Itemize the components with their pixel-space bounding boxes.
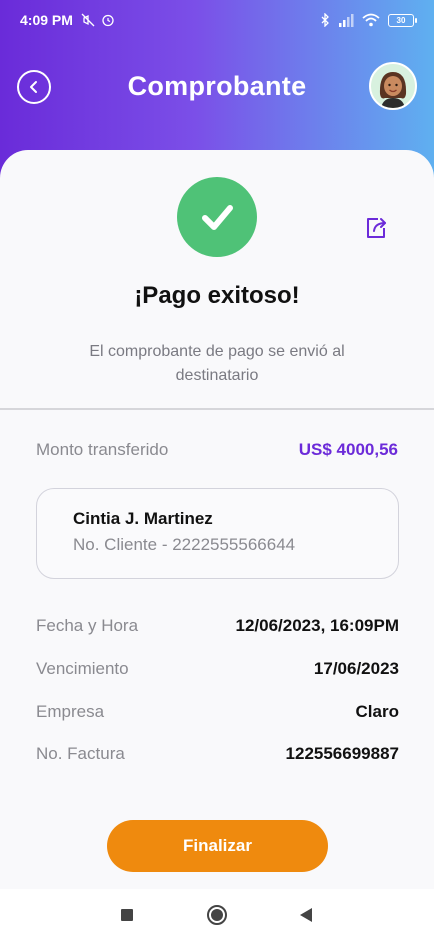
battery-icon: 30 <box>388 13 417 27</box>
back-icon <box>30 81 37 93</box>
status-time: 4:09 PM <box>20 12 73 28</box>
detail-label: Fecha y Hora <box>36 616 139 635</box>
app-bar: Comprobante <box>0 58 434 114</box>
back-button[interactable] <box>17 70 51 104</box>
success-title: ¡Pago exitoso! <box>134 282 300 309</box>
amount-value: US$ 4000,56 <box>298 440 398 459</box>
client-number: No. Cliente - 2222555566644 <box>73 535 296 554</box>
finish-button[interactable]: Finalizar <box>107 820 328 872</box>
page-title: Comprobante <box>127 70 307 101</box>
detail-row-date: Fecha y Hora 12/06/2023, 16:09PM <box>36 616 399 636</box>
avatar[interactable] <box>369 62 417 110</box>
detail-value: 17/06/2023 <box>313 659 399 678</box>
detail-row-invoice: No. Factura 122556699887 <box>36 744 399 764</box>
status-right: 30 <box>320 13 417 27</box>
success-badge <box>177 177 257 257</box>
check-icon <box>202 205 233 230</box>
status-bar: 4:09 PM 30 <box>0 0 434 40</box>
detail-label: No. Factura <box>36 744 125 763</box>
detail-row-company: Empresa Claro <box>36 702 399 722</box>
home-icon[interactable] <box>207 905 227 925</box>
receipt-card: ¡Pago exitoso! El comprobante de pago se… <box>0 150 434 890</box>
bluetooth-icon <box>321 13 329 27</box>
nav-back-icon[interactable] <box>300 908 312 922</box>
share-icon <box>367 218 386 238</box>
success-subtitle: El comprobante de pago se envió al desti… <box>89 343 345 384</box>
status-left-icons <box>81 13 115 27</box>
client-name: Cintia J. Martinez <box>73 509 213 528</box>
signal-icon <box>339 13 354 27</box>
detail-label: Empresa <box>36 702 105 721</box>
system-nav-bar <box>0 889 434 941</box>
alarm-icon <box>102 14 114 27</box>
client-card: Cintia J. Martinez No. Cliente - 2222555… <box>36 488 399 579</box>
wifi-icon <box>362 13 380 27</box>
divider <box>0 408 434 410</box>
detail-label: Vencimiento <box>36 659 129 678</box>
detail-row-due-date: Vencimiento 17/06/2023 <box>36 659 399 679</box>
detail-value: 122556699887 <box>285 744 399 763</box>
recent-apps-icon[interactable] <box>121 909 133 921</box>
amount-label: Monto transferido <box>36 440 169 459</box>
detail-value: 12/06/2023, 16:09PM <box>235 616 399 635</box>
avatar-image <box>371 64 415 108</box>
detail-value: Claro <box>355 702 399 721</box>
share-button[interactable] <box>364 215 390 241</box>
mute-icon <box>81 13 95 27</box>
